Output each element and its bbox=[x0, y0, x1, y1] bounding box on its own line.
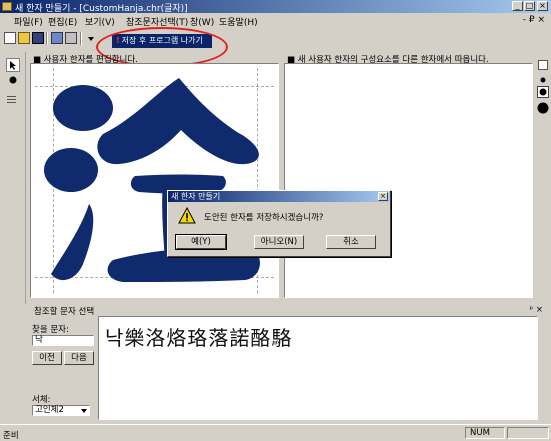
glyph-edit-canvas[interactable] bbox=[30, 63, 279, 298]
save-icon[interactable] bbox=[32, 32, 44, 44]
app-icon bbox=[2, 2, 12, 11]
pane-controls[interactable]: ᵖ × bbox=[530, 305, 543, 315]
status-cell bbox=[507, 427, 549, 439]
font-select[interactable]: 고인체2 bbox=[32, 405, 90, 416]
mdi-window-controls[interactable]: - ₽ × bbox=[523, 15, 545, 25]
dialog-title: 새 한자 만들기 bbox=[168, 191, 390, 202]
yes-button[interactable]: 예(Y) bbox=[175, 234, 227, 250]
status-bar: 준비 NUM bbox=[0, 424, 551, 441]
menu-edit[interactable]: 편집(E) bbox=[48, 15, 77, 28]
new-file-icon[interactable] bbox=[4, 32, 16, 44]
menu-view[interactable]: 보기(V) bbox=[85, 15, 115, 28]
line-style-icon[interactable] bbox=[6, 94, 20, 108]
title-bar: 새 한자 만들기 - [CustomHanja.chr(글자)] _ □ × bbox=[0, 0, 551, 14]
small-dot-icon[interactable] bbox=[540, 76, 546, 86]
font-label: 서체: bbox=[32, 395, 51, 405]
prev-button[interactable]: 이전 bbox=[32, 351, 62, 365]
close-button[interactable]: × bbox=[537, 1, 548, 11]
status-text: 준비 bbox=[3, 431, 19, 441]
dialog-close-icon[interactable]: × bbox=[378, 192, 388, 201]
reference-controls: 찾을 문자: 낙 이전 다음 서체: 고인체2 bbox=[26, 316, 96, 420]
toolbar-separator bbox=[46, 32, 48, 45]
next-button[interactable]: 다음 bbox=[64, 351, 94, 365]
preview-icon[interactable] bbox=[51, 32, 63, 44]
pointer-tool-icon[interactable] bbox=[6, 58, 20, 72]
no-button[interactable]: 아니오(N) bbox=[254, 235, 304, 249]
medium-dot-icon[interactable] bbox=[537, 86, 549, 98]
reference-chars[interactable]: 낙樂洛烙珞落諾酪駱 bbox=[105, 322, 292, 351]
cancel-button[interactable]: 취소 bbox=[326, 235, 376, 249]
dropdown-icon[interactable] bbox=[86, 32, 96, 44]
save-confirm-dialog: 새 한자 만들기 × 도안된 한자를 저장하시겠습니까? 예(Y) 아니오(N)… bbox=[167, 190, 391, 257]
reference-char-list[interactable]: 낙樂洛烙珞落諾酪駱 bbox=[98, 316, 538, 420]
print-icon[interactable] bbox=[65, 32, 77, 44]
minimize-button[interactable]: _ bbox=[512, 1, 523, 11]
chevron-down-icon bbox=[81, 409, 87, 413]
warning-triangle-icon bbox=[178, 207, 196, 224]
toolbar-separator bbox=[80, 32, 82, 45]
search-char-input[interactable]: 낙 bbox=[32, 335, 94, 346]
font-select-value: 고인체2 bbox=[35, 405, 64, 415]
menu-window[interactable]: 창(W) bbox=[190, 15, 214, 28]
component-canvas[interactable] bbox=[284, 63, 533, 298]
dialog-message: 도안된 한자를 저장하시겠습니까? bbox=[204, 213, 324, 223]
custom-glyph-drawing bbox=[44, 78, 260, 282]
dialog-title-text: 새 한자 만들기 bbox=[171, 192, 221, 201]
num-lock-indicator: NUM bbox=[465, 427, 505, 439]
search-char-label: 찾을 문자: bbox=[32, 325, 69, 335]
toolbar bbox=[0, 29, 551, 48]
menu-bar: 파일(F) 편집(E) 보기(V) 참조문자선택(T) 창(W) 도움말(H) … bbox=[0, 13, 551, 28]
brush-dot-icon[interactable] bbox=[6, 74, 20, 88]
eraser-square-icon[interactable] bbox=[538, 60, 548, 70]
maximize-button[interactable]: □ bbox=[524, 1, 535, 11]
reference-panel-header: 참조할 문자 선택 ᵖ × bbox=[26, 304, 551, 317]
large-dot-icon[interactable] bbox=[537, 102, 549, 117]
left-tool-palette bbox=[0, 52, 26, 304]
menu-help[interactable]: 도움말(H) bbox=[219, 15, 258, 28]
menu-file[interactable]: 파일(F) bbox=[14, 15, 43, 28]
right-tool-palette bbox=[535, 52, 551, 304]
open-folder-icon[interactable] bbox=[18, 32, 30, 44]
